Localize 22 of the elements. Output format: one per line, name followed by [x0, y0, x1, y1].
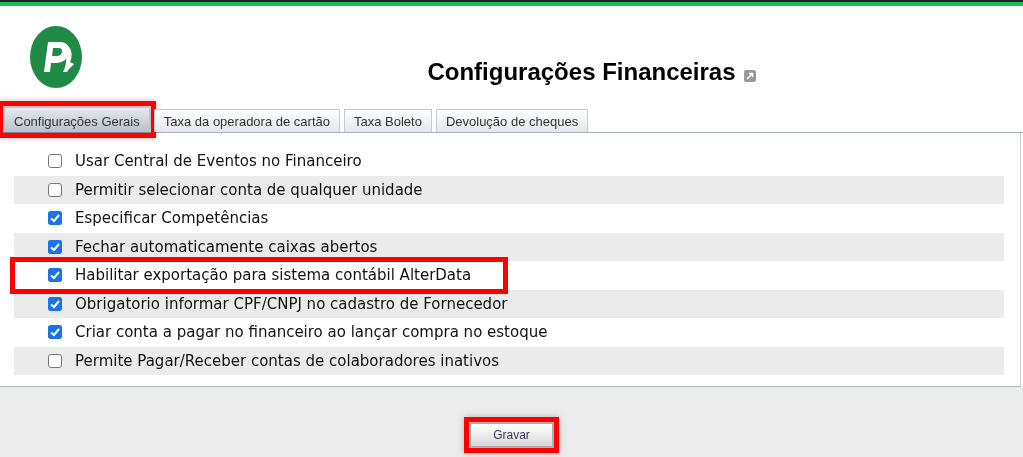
option-label: Habilitar exportação para sistema contábil AlterData	[74, 266, 473, 285]
tab[interactable]: Taxa Boleto	[343, 109, 432, 132]
page-title: Configurações Financeiras	[427, 58, 736, 86]
tab[interactable]: Devolução de cheques	[435, 109, 589, 132]
option-label: Permite Pagar/Receber contas de colaboradores inativos	[74, 351, 500, 370]
option-label: Usar Central de Eventos no Financeiro	[74, 152, 363, 171]
checkbox[interactable]	[48, 239, 62, 254]
external-link-icon[interactable]	[743, 70, 756, 82]
checkbox[interactable]	[48, 353, 62, 368]
option-label: Obrigatorio informar CPF/CNPJ no cadastro de Fornecedor	[74, 294, 509, 313]
checkbox[interactable]	[48, 211, 62, 226]
option-label: Criar conta a pagar no financeiro ao lançar compra no estoque	[74, 323, 549, 342]
logo-icon	[30, 26, 82, 88]
checkbox[interactable]	[48, 268, 62, 283]
option-label: Permitir selecionar conta de qualquer unidade	[74, 180, 424, 199]
option-label: Especificar Competências	[74, 209, 270, 228]
checkbox[interactable]	[48, 154, 62, 169]
tab[interactable]: Taxa da operadora de cartão	[153, 109, 340, 132]
checkbox[interactable]	[48, 325, 62, 340]
checkbox[interactable]	[48, 182, 62, 197]
checkbox[interactable]	[48, 296, 62, 311]
option-label: Fechar automaticamente caixas abertos	[74, 237, 379, 256]
